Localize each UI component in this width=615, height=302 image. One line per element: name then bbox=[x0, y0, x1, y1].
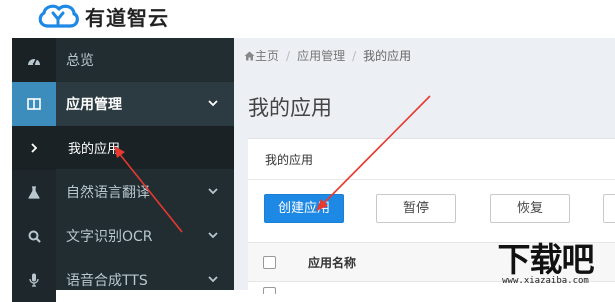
sidebar-item-overview[interactable]: 总览 bbox=[12, 38, 234, 82]
select-all-checkbox[interactable] bbox=[263, 256, 276, 269]
panel-title: 我的应用 bbox=[265, 153, 314, 167]
microphone-icon bbox=[12, 258, 56, 302]
top-bar: 有道智云 bbox=[0, 0, 615, 36]
chevron-down-icon[interactable] bbox=[206, 272, 220, 286]
sidebar: 总览 应用管理 我的应用 自然语言翻译 文字识别OCR 语音合成TTS bbox=[12, 38, 234, 302]
sidebar-item-label: 自然语言翻译 bbox=[66, 185, 150, 201]
resume-button[interactable]: 恢复 bbox=[490, 194, 570, 223]
page-title: 我的应用 bbox=[248, 96, 332, 120]
pause-button[interactable]: 暂停 bbox=[376, 194, 456, 223]
breadcrumb-separator: / bbox=[352, 49, 357, 63]
app-panel-icon bbox=[12, 82, 56, 126]
home-icon bbox=[244, 51, 255, 61]
create-app-button[interactable]: 创建应用 bbox=[264, 194, 344, 223]
sidebar-item-label: 应用管理 bbox=[66, 97, 122, 113]
breadcrumb-separator: / bbox=[286, 49, 291, 63]
sidebar-item-label: 文字识别OCR bbox=[66, 229, 153, 245]
row-checkbox[interactable] bbox=[263, 287, 276, 294]
sidebar-item-label: 总览 bbox=[66, 53, 94, 69]
sidebar-item-app-management[interactable]: 应用管理 bbox=[12, 82, 234, 126]
breadcrumb: 主页 / 应用管理 / 我的应用 bbox=[244, 47, 411, 64]
sidebar-item-ocr[interactable]: 文字识别OCR bbox=[12, 214, 234, 258]
flask-icon bbox=[12, 170, 56, 214]
breadcrumb-home[interactable]: 主页 bbox=[255, 49, 279, 63]
sidebar-item-label: 语音合成TTS bbox=[66, 273, 148, 289]
brand-name: 有道智云 bbox=[85, 6, 169, 30]
chevron-down-icon[interactable] bbox=[206, 228, 220, 242]
more-button[interactable] bbox=[603, 194, 615, 223]
watermark-text: 下载吧 bbox=[497, 240, 595, 279]
dashboard-icon bbox=[12, 38, 56, 82]
sidebar-item-translation[interactable]: 自然语言翻译 bbox=[12, 170, 234, 214]
chevron-down-icon[interactable] bbox=[206, 96, 220, 110]
chevron-right-icon bbox=[12, 126, 56, 170]
watermark-logo: 下载吧 www.xiazaiba.com bbox=[478, 231, 613, 290]
search-icon bbox=[12, 214, 56, 258]
watermark-url: www.xiazaiba.com bbox=[502, 276, 589, 286]
youdao-cloud-logo-icon bbox=[38, 4, 79, 28]
sidebar-item-label: 我的应用 bbox=[68, 142, 121, 157]
breadcrumb-section[interactable]: 应用管理 bbox=[297, 49, 345, 63]
chevron-down-icon[interactable] bbox=[206, 184, 220, 198]
divider bbox=[248, 179, 615, 180]
sidebar-subitem-my-apps[interactable]: 我的应用 bbox=[12, 126, 234, 170]
breadcrumb-current: 我的应用 bbox=[363, 49, 412, 63]
column-header-app-name[interactable]: 应用名称 bbox=[308, 254, 356, 271]
sidebar-item-tts[interactable]: 语音合成TTS bbox=[12, 258, 234, 302]
